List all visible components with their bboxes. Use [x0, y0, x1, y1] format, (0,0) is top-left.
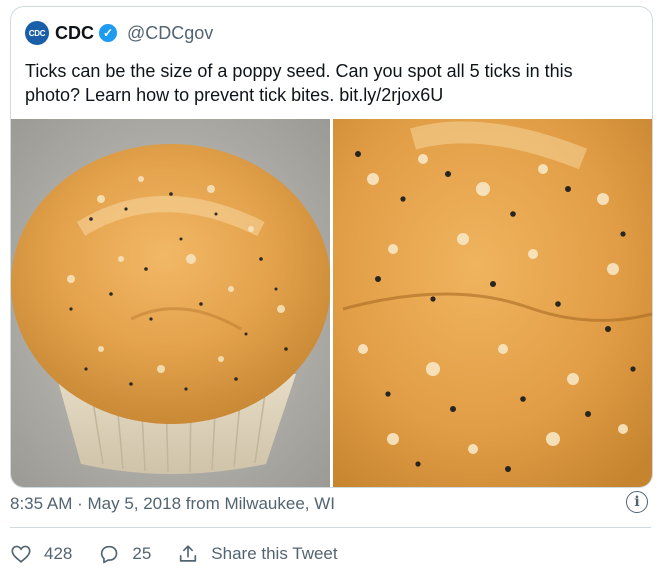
divider: [10, 527, 651, 528]
like-button[interactable]: 428: [10, 543, 72, 565]
share-icon: [180, 545, 197, 562]
author-handle[interactable]: @CDCgov: [127, 23, 213, 44]
like-count: 428: [44, 544, 73, 563]
reply-count: 25: [132, 544, 152, 563]
share-button[interactable]: Share this Tweet: [177, 543, 338, 565]
verified-badge-icon: ✓: [99, 24, 117, 42]
reply-bubble-icon: [101, 545, 118, 564]
tweet-text-line-2: photo? Learn how to prevent tick bites. …: [25, 85, 444, 105]
heart-icon: [11, 545, 31, 563]
tweet-timestamp[interactable]: 8:35 AM · May 5, 2018 from Milwaukee, WI: [10, 492, 335, 516]
tweet-text-line-1: Ticks can be the size of a poppy seed. C…: [25, 61, 573, 81]
author-name[interactable]: CDC: [55, 23, 94, 44]
tweet-text: Ticks can be the size of a poppy seed. C…: [25, 59, 635, 107]
cdc-logo-avatar[interactable]: CDC: [25, 21, 49, 45]
tweet-media[interactable]: [11, 119, 652, 487]
reply-button[interactable]: 25: [98, 543, 151, 565]
info-icon[interactable]: i: [626, 491, 648, 513]
tweet-header: CDC CDC ✓ @CDCgov: [25, 21, 213, 45]
share-label: Share this Tweet: [211, 544, 338, 563]
tweet-card: CDC CDC ✓ @CDCgov Ticks can be the size …: [10, 6, 653, 488]
muffin-photo-full[interactable]: [11, 119, 330, 487]
muffin-photo-closeup[interactable]: [333, 119, 652, 487]
tweet-actions: 428 25 Share this Tweet: [10, 540, 338, 568]
